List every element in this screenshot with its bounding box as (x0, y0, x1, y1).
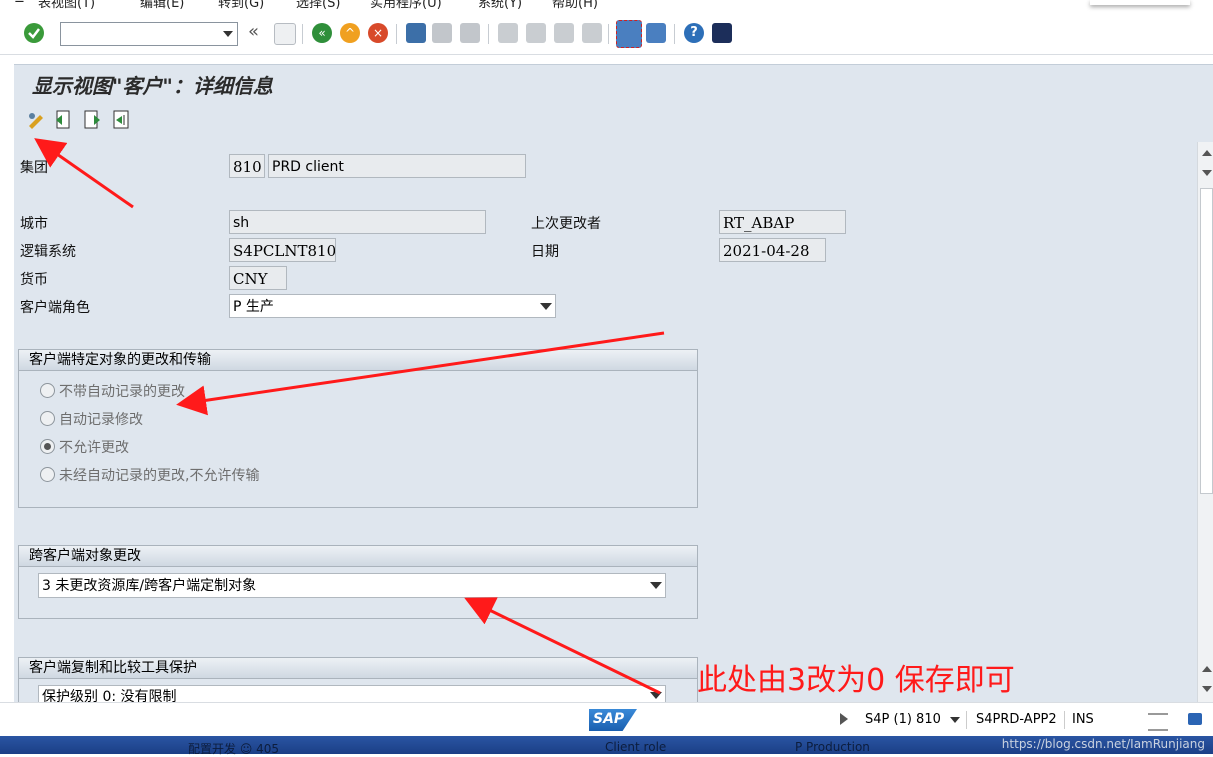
radio-auto-recording[interactable] (40, 411, 55, 426)
next-page-icon[interactable] (554, 23, 574, 43)
page-title: 显示视图"客户"：详细信息 (32, 74, 273, 98)
logical-system-field[interactable]: S4PCLNT810 (229, 238, 336, 262)
radio-label: 不允许更改 (59, 440, 129, 456)
previous-entry-icon[interactable] (54, 110, 72, 130)
lock-icon[interactable] (1188, 713, 1202, 725)
currency-field[interactable]: CNY (229, 266, 287, 290)
cross-client-title: 跨客户端对象更改 (19, 546, 697, 567)
toolbar-separator (488, 24, 489, 44)
scroll-thumb[interactable] (1200, 188, 1213, 494)
scroll-up-icon[interactable] (1202, 666, 1212, 672)
system-info[interactable]: S4P (1) 810 (865, 712, 941, 727)
changes-transport-title: 客户端特定对象的更改和传输 (19, 350, 697, 371)
server-info: S4PRD-APP2 (976, 712, 1057, 727)
protection-dropdown-icon[interactable] (650, 692, 662, 699)
protection-level-select[interactable]: 保护级别 0: 没有限制 (38, 685, 666, 702)
city-field[interactable]: sh (229, 210, 486, 234)
menu-item-system[interactable]: 系统(Y) (478, 0, 522, 11)
city-label: 城市 (20, 216, 48, 232)
client-role-select[interactable]: P 生产 (229, 294, 556, 318)
toolbar-separator (608, 24, 609, 44)
find-icon[interactable] (432, 23, 452, 43)
menu-item-edit[interactable]: 编辑(E) (140, 0, 184, 11)
currency-label: 货币 (20, 272, 48, 288)
radio-no-changes-allowed[interactable] (40, 439, 55, 454)
status-bar: SAP S4P (1) 810 S4PRD-APP2 INS (0, 702, 1213, 737)
status-separator (1064, 711, 1065, 729)
client-label: 集团 (20, 160, 48, 176)
save-icon[interactable] (274, 23, 296, 45)
sap-logo: SAP (589, 709, 637, 731)
radio-label: 未经自动记录的更改,不允许传输 (59, 468, 260, 484)
collapse-chevron-icon[interactable]: « (248, 23, 268, 43)
status-expand-icon[interactable] (840, 713, 848, 725)
display-change-icon[interactable] (26, 110, 44, 130)
standard-toolbar: « « ^ × ? (0, 12, 1213, 55)
scroll-down-icon[interactable] (1202, 686, 1212, 692)
radio-label: 自动记录修改 (59, 412, 143, 428)
menu-bar: ≡ 表视图(T) 编辑(E) 转到(G) 选择(S) 实用程序(U) 系统(Y)… (0, 0, 1213, 12)
menu-item-table-view[interactable]: 表视图(T) (38, 0, 95, 11)
radio-changes-without-recording[interactable] (40, 383, 55, 398)
other-entry-icon[interactable] (112, 110, 130, 130)
menu-item-goto[interactable]: 转到(G) (218, 0, 264, 11)
annotation-text: 此处由3改为0 保存即可 (697, 663, 1015, 698)
scroll-up-icon[interactable] (1202, 150, 1212, 156)
radio-label: 不带自动记录的更改 (59, 384, 185, 400)
changed-by-field[interactable]: RT_ABAP (719, 210, 846, 234)
bottom-left-text: 配置开发 ☺ 405 (188, 742, 280, 756)
client-role-dropdown-icon[interactable] (540, 303, 552, 310)
menu-icon[interactable]: ≡ (14, 0, 25, 7)
client-name-field[interactable]: PRD client (268, 154, 526, 178)
toolbar-separator (674, 24, 675, 44)
insert-mode: INS (1072, 712, 1094, 727)
bottom-mid-text: Client role (605, 740, 667, 754)
find-next-icon[interactable] (460, 23, 480, 43)
changed-by-label: 上次更改者 (531, 216, 601, 232)
scroll-down-icon[interactable] (1202, 170, 1212, 176)
prev-page-icon[interactable] (526, 23, 546, 43)
next-entry-icon[interactable] (84, 110, 102, 130)
watermark: https://blog.csdn.net/IamRunjiang (1001, 737, 1205, 751)
cross-client-dropdown-icon[interactable] (650, 582, 662, 589)
first-page-icon[interactable] (498, 23, 518, 43)
radio-no-transport[interactable] (40, 467, 55, 482)
enter-check-icon[interactable] (24, 23, 44, 43)
bottom-right-text: P Production (795, 740, 870, 754)
menu-item-help[interactable]: 帮助(H) (552, 0, 598, 11)
help-icon[interactable]: ? (684, 23, 704, 43)
layout-icon[interactable] (712, 23, 732, 43)
copy-compare-protection-title: 客户端复制和比较工具保护 (19, 658, 697, 679)
create-session-icon[interactable] (616, 20, 642, 48)
command-dropdown-icon[interactable] (223, 31, 233, 37)
application-toolbar (14, 102, 1213, 143)
cross-client-select[interactable]: 3 未更改资源库/跨客户端定制对象 (38, 573, 666, 598)
vertical-scrollbar[interactable] (1197, 142, 1213, 702)
system-dropdown-icon[interactable] (950, 717, 960, 723)
command-field[interactable] (60, 22, 238, 46)
shortcut-icon[interactable] (646, 23, 666, 43)
menu-item-utilities[interactable]: 实用程序(U) (370, 0, 442, 11)
client-field[interactable]: 810 (229, 154, 265, 178)
menu-popup-edge (1090, 0, 1190, 5)
logical-system-label: 逻辑系统 (20, 244, 76, 260)
cross-client-value: 3 未更改资源库/跨客户端定制对象 (42, 578, 257, 594)
last-page-icon[interactable] (582, 23, 602, 43)
back-icon[interactable]: « (312, 23, 332, 43)
client-role-label: 客户端角色 (20, 300, 90, 316)
cancel-icon[interactable]: × (368, 23, 388, 43)
client-role-value: P 生产 (233, 299, 274, 315)
protection-level-value: 保护级别 0: 没有限制 (42, 689, 177, 702)
menu-item-select[interactable]: 选择(S) (296, 0, 340, 11)
date-field[interactable]: 2021-04-28 (719, 238, 826, 262)
date-label: 日期 (531, 244, 559, 260)
connection-icon[interactable] (1148, 713, 1168, 731)
print-icon[interactable] (406, 23, 426, 43)
status-separator (966, 711, 967, 729)
exit-icon[interactable]: ^ (340, 23, 360, 43)
toolbar-separator (302, 24, 303, 44)
toolbar-separator (396, 24, 397, 44)
